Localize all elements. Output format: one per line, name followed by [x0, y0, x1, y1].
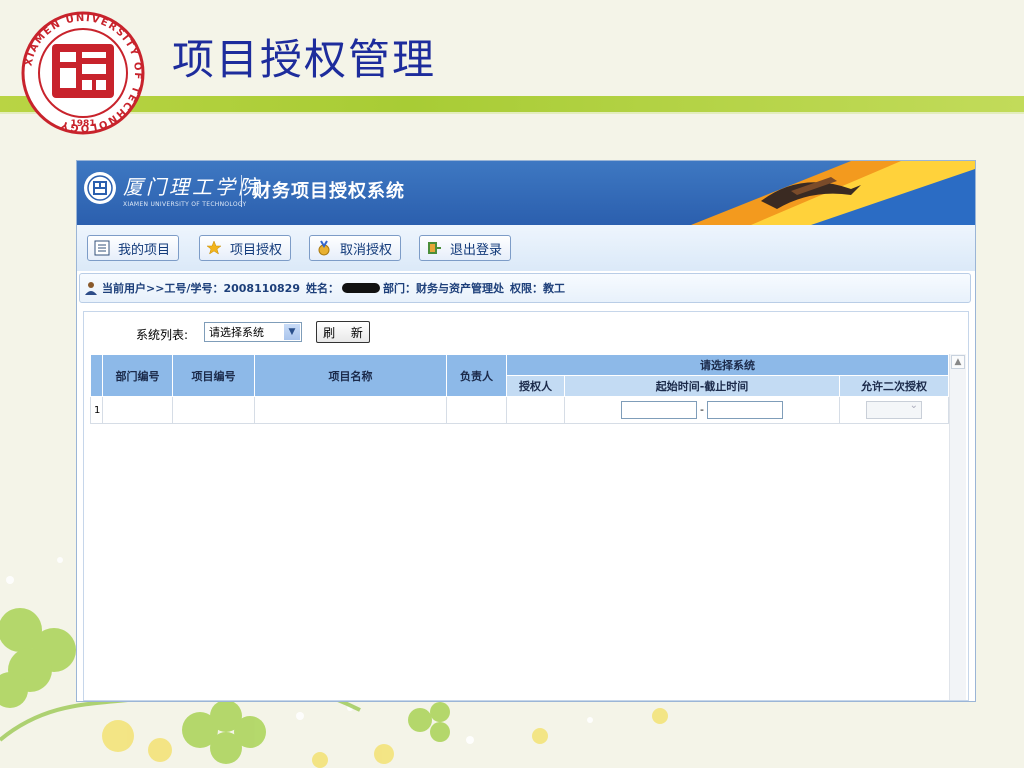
grid-scrollbar[interactable]: ▲: [949, 354, 966, 700]
school-emblem-icon: [84, 172, 116, 204]
period-header[interactable]: 起始时间-截止时间: [564, 375, 840, 397]
system-title: 财务项目授权系统: [253, 181, 405, 202]
cancel-authorize-label: 取消授权: [340, 242, 393, 258]
user-info-bar: 当前用户>>工号/学号：2008110829 姓名： 部门：财务与资产管理处 权…: [79, 273, 971, 303]
dept-no-cell: [102, 396, 173, 424]
user-icon: [85, 282, 97, 295]
system-select-value: 请选择系统: [209, 326, 264, 339]
end-date-input[interactable]: [707, 401, 784, 419]
app-window: 厦门理工学院 XIAMEN UNIVERSITY OF TECHNOLOGY 财…: [76, 160, 976, 702]
university-seal-logo: XIAMEN UNIVERSITY OF TECHNOLOGY 1981: [21, 11, 145, 135]
owner-header[interactable]: 负责人: [446, 354, 507, 397]
start-date-input[interactable]: [620, 401, 697, 419]
allow-secondary-select[interactable]: [866, 400, 923, 419]
content-panel: 系统列表: 请选择系统 ▼ 刷 新 部门编号 项目编号 项目名称 负责人 请选择…: [83, 311, 969, 701]
date-separator: -: [700, 403, 704, 416]
logout-label: 退出登录: [450, 242, 503, 258]
refresh-button[interactable]: 刷 新: [316, 321, 370, 343]
my-projects-label: 我的项目: [118, 242, 171, 258]
school-name-en: XIAMEN UNIVERSITY OF TECHNOLOGY: [123, 201, 247, 208]
project-name-cell: [254, 396, 447, 424]
system-list-label: 系统列表:: [136, 328, 189, 342]
star-icon: [206, 240, 222, 255]
current-user-id: 当前用户>>工号/学号：2008110829: [102, 282, 300, 295]
scroll-up-icon[interactable]: ▲: [951, 355, 965, 369]
logout-icon: [428, 242, 441, 254]
project-authorize-button[interactable]: 项目授权: [199, 235, 292, 261]
name-label: 姓名：: [306, 282, 339, 295]
role: 权限：教工: [510, 282, 565, 295]
period-cell: -: [564, 396, 840, 424]
system-group-header: 请选择系统: [505, 354, 950, 376]
toolbar: 我的项目 项目授权 取消授权 退出登录: [77, 225, 975, 271]
medal-icon: [318, 240, 330, 256]
slide-green-band-shadow: [0, 112, 1024, 114]
system-select[interactable]: 请选择系统 ▼: [204, 322, 302, 342]
owner-cell: [446, 396, 507, 424]
allow-secondary-header[interactable]: 允许二次授权: [838, 375, 950, 397]
document-icon: [94, 240, 110, 256]
table-row[interactable]: 1 -: [90, 396, 950, 424]
project-name-header[interactable]: 项目名称: [254, 354, 447, 397]
department: 部门：财务与资产管理处: [383, 282, 504, 295]
project-authorize-label: 项目授权: [230, 242, 283, 258]
dept-no-header[interactable]: 部门编号: [102, 354, 173, 397]
grantee-cell[interactable]: [506, 396, 565, 424]
header-banner-art: [691, 161, 975, 225]
cancel-authorize-button[interactable]: 取消授权: [309, 235, 402, 261]
header-divider: [241, 175, 242, 207]
chevron-down-icon: ▼: [284, 324, 300, 340]
slide-green-band: [0, 96, 1024, 112]
slide-title: 项目授权管理: [172, 35, 437, 84]
redacted-name: [342, 283, 380, 293]
svg-text:1981: 1981: [70, 119, 95, 129]
logout-button[interactable]: 退出登录: [419, 235, 512, 261]
grantee-header[interactable]: 授权人: [506, 375, 565, 397]
row-number-header: [90, 354, 103, 397]
my-projects-button[interactable]: 我的项目: [87, 235, 180, 261]
authorization-grid: 部门编号 项目编号 项目名称 负责人 请选择系统 授权人 起始时间-截止时间 允…: [90, 354, 952, 424]
project-no-cell: [172, 396, 255, 424]
row-number: 1: [90, 396, 103, 424]
project-no-header[interactable]: 项目编号: [172, 354, 255, 397]
allow-secondary-cell: [838, 396, 950, 424]
app-header: 厦门理工学院 XIAMEN UNIVERSITY OF TECHNOLOGY 财…: [77, 161, 975, 225]
